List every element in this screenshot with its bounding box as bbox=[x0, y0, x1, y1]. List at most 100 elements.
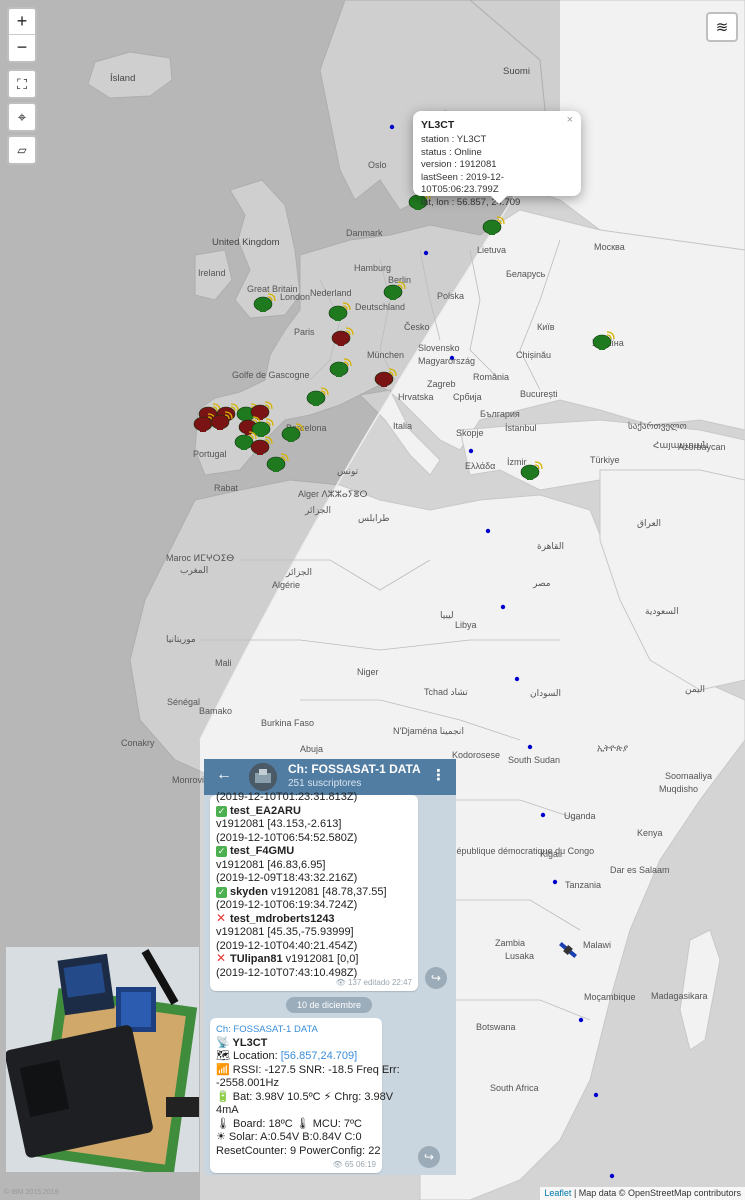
map-label: Abuja bbox=[300, 744, 324, 754]
message-1-text: test_F4GMU bbox=[230, 845, 295, 857]
map-label: Golfe de Gascogne bbox=[232, 370, 310, 380]
map-label: Київ bbox=[537, 322, 555, 332]
map-label: Lusaka bbox=[505, 951, 535, 961]
map-label: الجزائر bbox=[305, 505, 331, 515]
map-label: Alger ⴷⵣⵣⴰⵢⴻⵔ bbox=[298, 489, 368, 499]
online-station-marker[interactable] bbox=[253, 291, 277, 313]
popup-close-button[interactable]: × bbox=[567, 114, 573, 126]
map-label: Suomi bbox=[503, 66, 530, 77]
map-label: Italia bbox=[393, 421, 413, 431]
leaflet-link[interactable]: Leaflet bbox=[544, 1188, 571, 1198]
online-station-marker[interactable] bbox=[329, 356, 353, 378]
map-label: Bamako bbox=[199, 706, 233, 716]
map-label: Ísland bbox=[110, 73, 136, 84]
map-label: الجزائر bbox=[286, 567, 312, 577]
fullscreen-icon: ⛶ bbox=[17, 75, 27, 92]
forward-button-2[interactable]: ↪ bbox=[418, 1146, 440, 1168]
telegram-screenshot: ← Ch: FOSSASAT-1 DATA 251 suscriptores ⋮… bbox=[204, 759, 456, 1175]
fullscreen-button[interactable]: ⛶ bbox=[7, 69, 37, 99]
map-label: București bbox=[520, 389, 558, 399]
map-label: Danmark bbox=[346, 228, 383, 238]
popup-version: version : 1912081 bbox=[421, 159, 497, 170]
map-label: Москва bbox=[594, 242, 625, 252]
offline-station-marker[interactable] bbox=[331, 325, 355, 347]
map-label: London bbox=[280, 292, 311, 302]
channel-avatar[interactable] bbox=[249, 763, 277, 791]
map-label: اليمن bbox=[685, 684, 706, 694]
message-2-board: 🌡 Board: 18ºC 🌡 MCU: 7ºC bbox=[216, 1117, 363, 1130]
offline-station-marker[interactable] bbox=[374, 366, 398, 388]
message-1-text: v1912081 [43.153,-2.613] bbox=[216, 818, 342, 830]
message-2-channel: Ch: FOSSASAT-1 DATA bbox=[216, 1024, 318, 1035]
online-station-marker[interactable] bbox=[482, 214, 506, 236]
map-label: Hamburg bbox=[354, 263, 392, 273]
message-2-rssi: 📶 RSSI: -127.5 SNR: -18.5 Freq Err: bbox=[216, 1063, 400, 1076]
cross-mark-icon: ✕ bbox=[216, 951, 227, 965]
message-1-line: (2019-12-10T04:40:21.454Z) bbox=[216, 940, 412, 954]
map-label: Србија bbox=[453, 392, 482, 402]
online-station-marker[interactable] bbox=[383, 279, 407, 301]
map-label: Algérie bbox=[272, 580, 301, 590]
map-label: Polska bbox=[437, 291, 465, 301]
message-1-line: (2019-12-10T01:23:31.813Z) bbox=[216, 791, 412, 805]
map-label: Dar es Salaam bbox=[610, 865, 670, 875]
map-label: South Sudan bbox=[508, 755, 561, 765]
message-1-line: ✓ test_EA2ARU bbox=[216, 805, 412, 819]
hardware-photo-drawing bbox=[6, 947, 199, 1172]
message-1-line: ✓ test_F4GMU bbox=[216, 845, 412, 859]
map-label: South Africa bbox=[490, 1083, 539, 1093]
back-arrow-icon[interactable]: ← bbox=[216, 766, 232, 784]
online-station-marker[interactable] bbox=[281, 421, 305, 443]
message-1-line: ✕ TUlipan81 v1912081 [0,0] bbox=[216, 951, 412, 967]
location-label: 🗺 Location: bbox=[216, 1050, 281, 1062]
message-1-text: (2019-12-10T06:54:52.580Z) bbox=[216, 831, 358, 844]
popup-tip bbox=[490, 195, 508, 204]
online-station-marker[interactable] bbox=[328, 300, 352, 322]
map-label: საქართველო bbox=[628, 421, 687, 431]
zoom-in-button[interactable]: + bbox=[9, 9, 35, 35]
ibm-copyright: © IBM 2015,2019 bbox=[4, 1189, 59, 1196]
date-separator: 10 de diciembre bbox=[286, 997, 372, 1013]
map-label: العراق bbox=[637, 518, 662, 528]
message-bubble-2: Ch: FOSSASAT-1 DATA 📡 YL3CT 🗺 Location: … bbox=[210, 1018, 400, 1173]
map-label: السودان bbox=[530, 688, 562, 698]
map-label: Maroc ⵍⵎⵖⵔⵉⴱ bbox=[166, 553, 235, 563]
message-1-line: v1912081 [46.83,6.95] bbox=[216, 859, 412, 873]
map-label: مصر bbox=[533, 578, 551, 588]
map-label: تونس bbox=[337, 466, 359, 476]
location-link[interactable]: [56.857,24.709] bbox=[281, 1050, 357, 1062]
map-label: السعودية bbox=[645, 606, 679, 616]
map-label: Kodorosese bbox=[452, 750, 501, 760]
message-1-text: (2019-12-10T06:19:34.724Z) bbox=[216, 899, 358, 911]
more-menu-icon[interactable]: ⋮ bbox=[431, 766, 446, 784]
forward-button[interactable]: ↪ bbox=[425, 967, 447, 989]
locate-button[interactable]: ⌖ bbox=[7, 102, 37, 132]
online-station-marker[interactable] bbox=[266, 451, 290, 473]
map-label: المغرب bbox=[180, 565, 209, 575]
message-1-text-rest: v1912081 [0,0] bbox=[282, 953, 359, 965]
popup-station: station : YL3CT bbox=[421, 134, 487, 145]
telegram-header: ← Ch: FOSSASAT-1 DATA 251 suscriptores ⋮ bbox=[204, 759, 456, 795]
map-label: Zagreb bbox=[427, 379, 456, 389]
message-1-text: skyden bbox=[230, 885, 268, 898]
map-label: България bbox=[480, 409, 520, 419]
message-2-station: 📡 YL3CT bbox=[216, 1036, 268, 1049]
check-mark-icon: ✓ bbox=[216, 846, 227, 857]
message-2-bat2: 4mA bbox=[216, 1104, 239, 1116]
map-label: Niger bbox=[357, 667, 379, 677]
layers-button[interactable]: ≋ bbox=[706, 12, 738, 42]
map-label: Chișinău bbox=[516, 350, 552, 360]
map-label: Ελλάδα bbox=[465, 461, 496, 471]
map-label: Magyarország bbox=[418, 356, 476, 366]
online-station-marker[interactable] bbox=[306, 385, 330, 407]
online-station-marker[interactable] bbox=[592, 329, 616, 351]
offline-station-marker[interactable] bbox=[210, 409, 234, 431]
measure-button[interactable]: ▱ bbox=[7, 135, 37, 165]
map-label: Muqdisho bbox=[659, 784, 699, 794]
zoom-out-button[interactable]: − bbox=[9, 35, 35, 60]
message-1-line: ✓ skyden v1912081 [48.78,37.55] bbox=[216, 886, 412, 900]
cross-mark-icon: ✕ bbox=[216, 910, 227, 925]
message-1-line: ✕ test_mdroberts1243 bbox=[216, 910, 412, 927]
map-label: Malawi bbox=[583, 940, 612, 950]
online-station-marker[interactable] bbox=[520, 459, 544, 481]
